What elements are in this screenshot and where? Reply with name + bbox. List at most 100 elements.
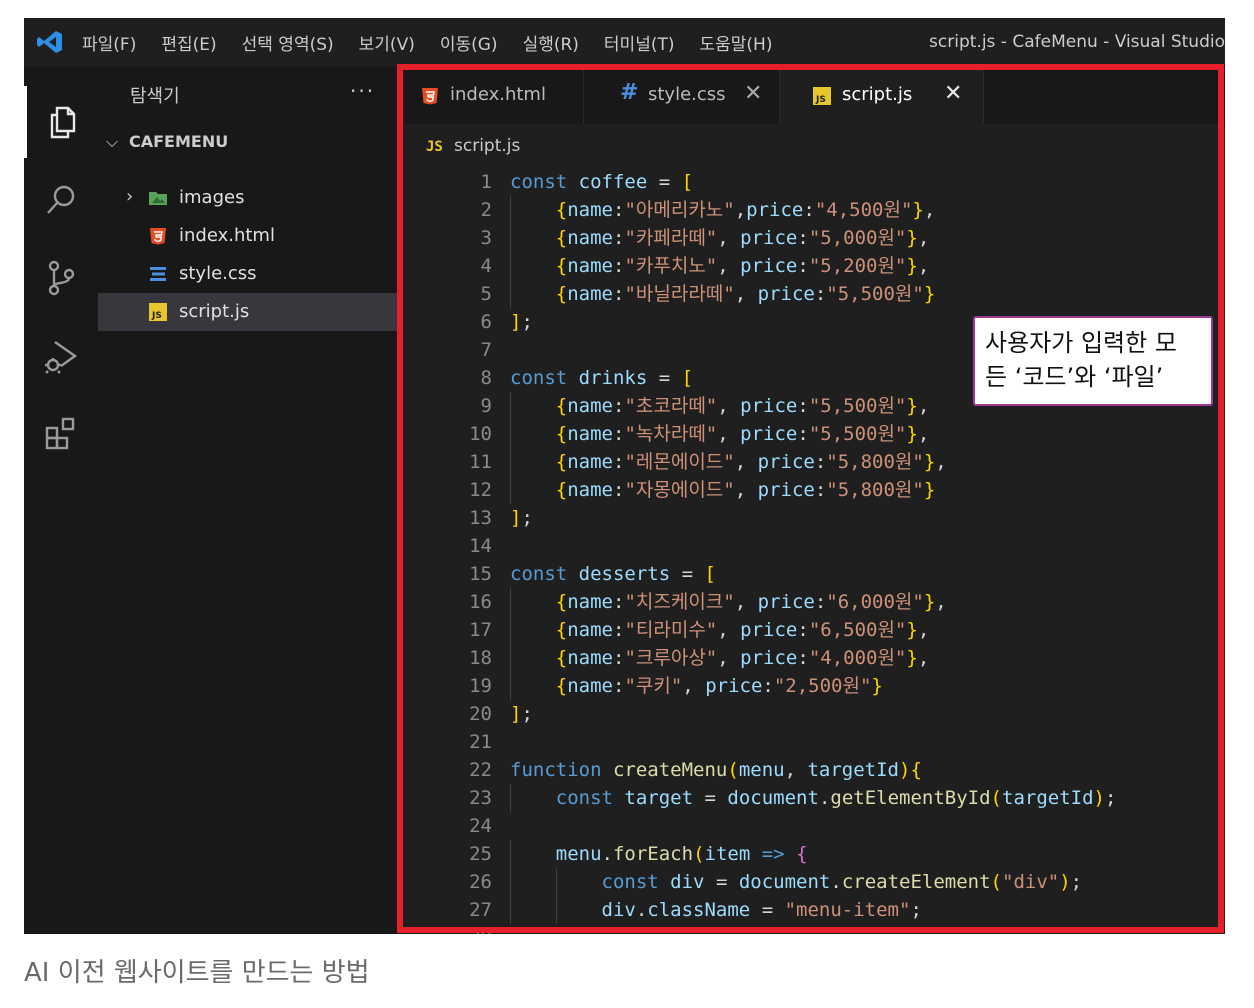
explorer-button[interactable]: [24, 86, 98, 158]
code-line[interactable]: 10 {name:"녹차라떼", price:"5,500원"},: [398, 420, 1225, 448]
line-number: 12: [469, 479, 492, 501]
indent-guide: [510, 448, 511, 476]
code-line[interactable]: 11 {name:"레몬에이드", price:"5,800원"},: [398, 448, 1225, 476]
run-debug-button[interactable]: [24, 320, 98, 392]
folder-image-icon: [149, 192, 167, 205]
code-text: {name:"레몬에이드", price:"5,800원"},: [555, 451, 947, 473]
code-line[interactable]: 18 {name:"크루아상", price:"4,000원"},: [398, 644, 1225, 672]
html-file-icon: [150, 228, 166, 245]
tab-style-css[interactable]: # style.css ✕: [584, 66, 780, 124]
source-control-button[interactable]: [24, 242, 98, 314]
line-number: 19: [469, 675, 492, 697]
tab-script-js[interactable]: JS script.js ✕: [780, 66, 984, 124]
line-number: 22: [469, 759, 492, 781]
vscode-logo-icon: [37, 31, 62, 53]
breadcrumb: JS script.js: [398, 124, 1225, 168]
menu-terminal[interactable]: 터미널(T): [604, 30, 675, 55]
title-bar: 파일(F) 편집(E) 선택 영역(S) 보기(V) 이동(G) 실행(R) 터…: [24, 18, 1225, 66]
code-editor[interactable]: 1 const coffee = [2 {name:"아메리카노",price:"…: [398, 168, 1225, 934]
line-number: 16: [469, 591, 492, 613]
breadcrumb-item[interactable]: script.js: [454, 136, 520, 156]
close-icon[interactable]: ✕: [744, 81, 762, 106]
code-line[interactable]: 22 function createMenu(menu, targetId){: [398, 756, 1225, 784]
indent-guide: [510, 476, 511, 504]
menu-view[interactable]: 보기(V): [359, 30, 415, 55]
line-number: 9: [480, 395, 492, 417]
code-text: const div = document.createElement("div"…: [601, 871, 1083, 893]
tree-item-script-js[interactable]: JS script.js: [98, 293, 398, 331]
activity-bar: [24, 66, 98, 934]
menu-run[interactable]: 실행(R): [523, 30, 579, 55]
line-number: 15: [469, 563, 492, 585]
line-number: 18: [469, 647, 492, 669]
folder-header[interactable]: ⌵ CAFEMENU: [98, 128, 398, 158]
tab-index-html[interactable]: index.html: [398, 66, 584, 124]
code-text: menu.forEach(item => {: [555, 843, 808, 865]
code-line[interactable]: 24: [398, 812, 1225, 840]
code-line[interactable]: 12 {name:"자몽에이드", price:"5,800원"}: [398, 476, 1225, 504]
code-text: div.className = "menu-item";: [601, 899, 922, 921]
callout-line: 든 ‘코드’와 ‘파일’: [985, 363, 1164, 391]
menu-file[interactable]: 파일(F): [82, 30, 136, 55]
code-line[interactable]: 23 const target = document.getElementByI…: [398, 784, 1225, 812]
code-line[interactable]: 21: [398, 728, 1225, 756]
menu-go[interactable]: 이동(G): [440, 30, 498, 55]
chevron-down-icon: ⌵: [106, 132, 119, 151]
code-line[interactable]: 14: [398, 532, 1225, 560]
line-number: 26: [469, 871, 492, 893]
code-line[interactable]: 27 div.className = "menu-item";: [398, 896, 1225, 924]
files-icon: [50, 106, 75, 139]
code-line[interactable]: 3 {name:"카페라떼", price:"5,000원"},: [398, 224, 1225, 252]
code-line[interactable]: 25 menu.forEach(item => {: [398, 840, 1225, 868]
code-text: const target = document.getElementById(t…: [555, 787, 1117, 809]
code-line[interactable]: 15 const desserts = [: [398, 560, 1225, 588]
indent-guide: [510, 588, 511, 616]
menu-help[interactable]: 도움말(H): [700, 30, 773, 55]
code-text: {name:"치즈케이크", price:"6,000원"},: [555, 591, 947, 613]
code-line[interactable]: 5 {name:"바닐라라떼", price:"5,500원"}: [398, 280, 1225, 308]
code-line[interactable]: 28: [398, 924, 1225, 934]
more-actions-button[interactable]: ···: [350, 79, 375, 103]
code-text: const drinks = [: [510, 367, 694, 389]
extensions-button[interactable]: [24, 398, 98, 470]
code-line[interactable]: 19 {name:"쿠키", price:"2,500원"}: [398, 672, 1225, 700]
tree-item-index-html[interactable]: index.html: [98, 217, 398, 255]
callout-line: 사용자가 입력한 모: [985, 329, 1177, 357]
code-line[interactable]: 26 const div = document.createElement("d…: [398, 868, 1225, 896]
code-line[interactable]: 1 const coffee = [: [398, 168, 1225, 196]
css-hash-icon: #: [620, 80, 639, 105]
tree-item-label: index.html: [179, 225, 275, 246]
menu-edit[interactable]: 편집(E): [161, 30, 216, 55]
line-number: 17: [469, 619, 492, 641]
indent-guide: [510, 252, 511, 280]
code-line[interactable]: 13];: [398, 504, 1225, 532]
close-icon[interactable]: ✕: [944, 81, 962, 106]
line-number: 10: [469, 423, 492, 445]
indent-guide: [510, 840, 511, 868]
tree-item-label: script.js: [179, 301, 250, 322]
js-file-icon: JS: [813, 87, 831, 105]
tree-item-images[interactable]: › images: [98, 179, 398, 217]
run-debug-icon: [45, 341, 78, 374]
code-line[interactable]: 4 {name:"카푸치노", price:"5,200원"},: [398, 252, 1225, 280]
menu-selection[interactable]: 선택 영역(S): [242, 30, 334, 55]
code-text: ];: [510, 703, 533, 725]
line-number: 20: [469, 703, 492, 725]
code-line[interactable]: 16 {name:"치즈케이크", price:"6,000원"},: [398, 588, 1225, 616]
indent-guide: [510, 224, 511, 252]
code-line[interactable]: 17 {name:"티라미수", price:"6,500원"},: [398, 616, 1225, 644]
line-number: 7: [480, 339, 492, 361]
code-text: {name:"바닐라라떼", price:"5,500원"}: [555, 283, 936, 305]
explorer-sidebar: 탐색기 ··· ⌵ CAFEMENU › images index.html s…: [98, 66, 398, 934]
css-file-icon: [150, 267, 166, 281]
code-line[interactable]: 20];: [398, 700, 1225, 728]
line-number: 11: [469, 451, 492, 473]
code-line[interactable]: 2 {name:"아메리카노",price:"4,500원"},: [398, 196, 1225, 224]
indent-guide: [510, 420, 511, 448]
indent-guide: [510, 644, 511, 672]
line-number: 8: [480, 367, 492, 389]
tree-item-style-css[interactable]: style.css: [98, 255, 398, 293]
line-number: 21: [469, 731, 492, 753]
js-file-icon: JS: [426, 139, 443, 155]
search-button[interactable]: [24, 164, 98, 236]
